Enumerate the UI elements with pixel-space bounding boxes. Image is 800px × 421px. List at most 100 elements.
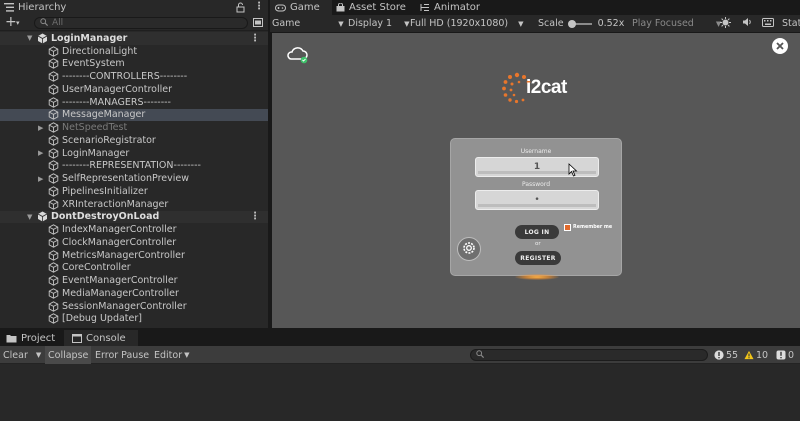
add-dropdown-icon[interactable]: ▾	[16, 19, 20, 27]
hierarchy-item[interactable]: UserManagerController	[0, 83, 268, 96]
register-button[interactable]: REGISTER	[515, 251, 561, 265]
warning-count-toggle[interactable]: 10	[744, 346, 768, 364]
hierarchy-item[interactable]: --------CONTROLLERS--------	[0, 70, 268, 83]
scene-icon	[37, 211, 48, 222]
game-mode-label: Game	[272, 18, 301, 29]
shortcuts-button[interactable]	[762, 17, 774, 30]
hierarchy-item[interactable]: ClockManagerController	[0, 236, 268, 249]
hierarchy-scene-row[interactable]: ▼ LoginManager ⋮	[0, 32, 268, 45]
hierarchy-item[interactable]: ▶ LoginManager	[0, 147, 268, 160]
gameobject-icon	[48, 237, 59, 248]
console-panel: Project Console Clear ▼ Collapse Error P…	[0, 330, 800, 421]
error-count-toggle[interactable]: 55	[714, 346, 738, 364]
tab-game[interactable]: Game	[270, 0, 332, 15]
gameobject-icon	[48, 135, 59, 146]
scale-knob[interactable]	[567, 19, 576, 28]
scale-slider[interactable]: Scale 0.52x	[538, 18, 624, 29]
clear-button[interactable]: Clear ▼	[0, 346, 44, 364]
collapse-toggle[interactable]: Collapse	[45, 346, 92, 364]
editor-dropdown[interactable]: Editor ▼	[151, 346, 193, 364]
gameobject-icon	[48, 198, 59, 210]
tab-console[interactable]: Console	[64, 330, 138, 346]
game-mode-dropdown[interactable]: Game ▼	[272, 18, 344, 29]
hierarchy-search-input[interactable]: All	[34, 17, 248, 29]
login-button[interactable]: LOG IN	[515, 225, 559, 239]
hierarchy-item[interactable]: EventSystem	[0, 58, 268, 71]
expand-arrow-icon[interactable]: ▼	[27, 34, 32, 42]
console-toolbar: Clear ▼ Collapse Error Pause Editor ▼ 55	[0, 346, 800, 364]
hierarchy-item[interactable]: MediaManagerController	[0, 287, 268, 300]
collapse-arrow-icon[interactable]: ▶	[38, 175, 43, 183]
game-tabbar: Game Asset Store Animator	[270, 0, 800, 15]
error-pause-label: Error Pause	[95, 349, 150, 361]
tab-hierarchy[interactable]: Hierarchy ⋮	[0, 0, 268, 15]
gameobject-icon	[48, 313, 59, 325]
hierarchy-item[interactable]: MetricsManagerController	[0, 249, 268, 262]
password-label: Password	[521, 181, 551, 188]
stats-button[interactable]: Stat	[782, 18, 800, 29]
hierarchy-item[interactable]: CoreController	[0, 262, 268, 275]
info-count-toggle[interactable]: 0	[776, 346, 794, 364]
hierarchy-item[interactable]: PipelinesInitializer	[0, 185, 268, 198]
scene-menu-icon[interactable]: ⋮	[250, 211, 260, 222]
tab-hierarchy-label: Hierarchy	[18, 2, 67, 13]
hierarchy-item-label: EventSystem	[62, 58, 125, 70]
hierarchy-item[interactable]: [Debug Updater]	[0, 313, 268, 326]
close-icon[interactable]	[771, 37, 789, 58]
search-icon	[476, 349, 485, 361]
or-text: or	[535, 241, 541, 247]
hierarchy-item[interactable]: MessageManager	[0, 108, 268, 122]
bag-icon	[336, 3, 345, 12]
error-pause-toggle[interactable]: Error Pause	[92, 346, 152, 364]
collapse-arrow-icon[interactable]: ▶	[38, 149, 43, 157]
game-panel: Game Asset Store Animator Game ▼ Display…	[270, 0, 800, 328]
mute-audio-button[interactable]	[720, 16, 731, 31]
hierarchy-item-label: --------MANAGERS--------	[62, 96, 171, 108]
hierarchy-item-label: XRInteractionManager	[62, 198, 169, 210]
settings-button[interactable]	[457, 237, 481, 261]
hierarchy-item[interactable]: ▶ NetSpeedTest	[0, 121, 268, 134]
tab-project[interactable]: Project	[0, 330, 62, 346]
play-focus-dropdown[interactable]: Play Focused ▼	[632, 18, 721, 29]
tab-menu-icon[interactable]: ⋮	[254, 1, 264, 12]
resolution-label: Full HD (1920x1080)	[410, 18, 509, 29]
scale-track[interactable]	[567, 19, 592, 28]
hierarchy-item[interactable]: ▶ SelfRepresentationPreview	[0, 172, 268, 185]
hierarchy-item[interactable]: ScenarioRegistrator	[0, 134, 268, 147]
gameobject-icon	[48, 96, 59, 108]
scene-filter-icon[interactable]	[253, 18, 263, 30]
chevron-down-icon[interactable]: ▼	[36, 351, 41, 359]
scene-menu-icon[interactable]: ⋮	[250, 33, 260, 44]
gameobject-icon	[48, 249, 59, 261]
login-card: Username 1 Password • LOG IN Remember me…	[450, 138, 622, 280]
tab-console-label: Console	[86, 332, 126, 344]
hierarchy-item[interactable]: XRInteractionManager	[0, 198, 268, 211]
hierarchy-item[interactable]: --------REPRESENTATION--------	[0, 160, 268, 173]
hierarchy-item-label: MessageManager	[62, 109, 146, 121]
console-search-input[interactable]	[470, 349, 708, 361]
expand-arrow-icon[interactable]: ▼	[27, 213, 32, 221]
hierarchy-item[interactable]: DirectionalLight	[0, 45, 268, 58]
remember-me-toggle[interactable]: Remember me	[564, 224, 612, 231]
lock-icon[interactable]	[236, 2, 245, 16]
hierarchy-item[interactable]: EventManagerController	[0, 274, 268, 287]
tab-asset-store[interactable]: Asset Store	[336, 0, 416, 15]
hierarchy-item[interactable]: SessionManagerController	[0, 300, 268, 313]
display-dropdown[interactable]: Display 1 ▼	[348, 18, 409, 29]
add-icon[interactable]: +	[5, 15, 17, 30]
username-field[interactable]: 1	[475, 157, 599, 177]
resolution-dropdown[interactable]: Full HD (1920x1080) ▼	[410, 18, 524, 29]
audio-button[interactable]	[742, 17, 752, 30]
hierarchy-tabbar: Hierarchy ⋮	[0, 0, 268, 15]
tab-animator[interactable]: Animator	[420, 0, 490, 15]
remember-checkbox[interactable]	[564, 224, 571, 231]
collapse-arrow-icon[interactable]: ▶	[38, 124, 43, 132]
console-log-area[interactable]	[0, 365, 800, 421]
hierarchy-scene-row[interactable]: ▼ DontDestroyOnLoad ⋮	[0, 210, 268, 224]
password-field[interactable]: •	[475, 190, 599, 210]
gameobject-icon	[48, 275, 59, 286]
hierarchy-panel: Hierarchy ⋮ + ▾ All ▼ LoginManager ⋮ Direct…	[0, 0, 268, 328]
hierarchy-item[interactable]: IndexManagerController	[0, 223, 268, 236]
game-viewport[interactable]: i2cat Username 1 Password • LOG IN Remem…	[272, 33, 800, 328]
hierarchy-item[interactable]: --------MANAGERS--------	[0, 96, 268, 109]
